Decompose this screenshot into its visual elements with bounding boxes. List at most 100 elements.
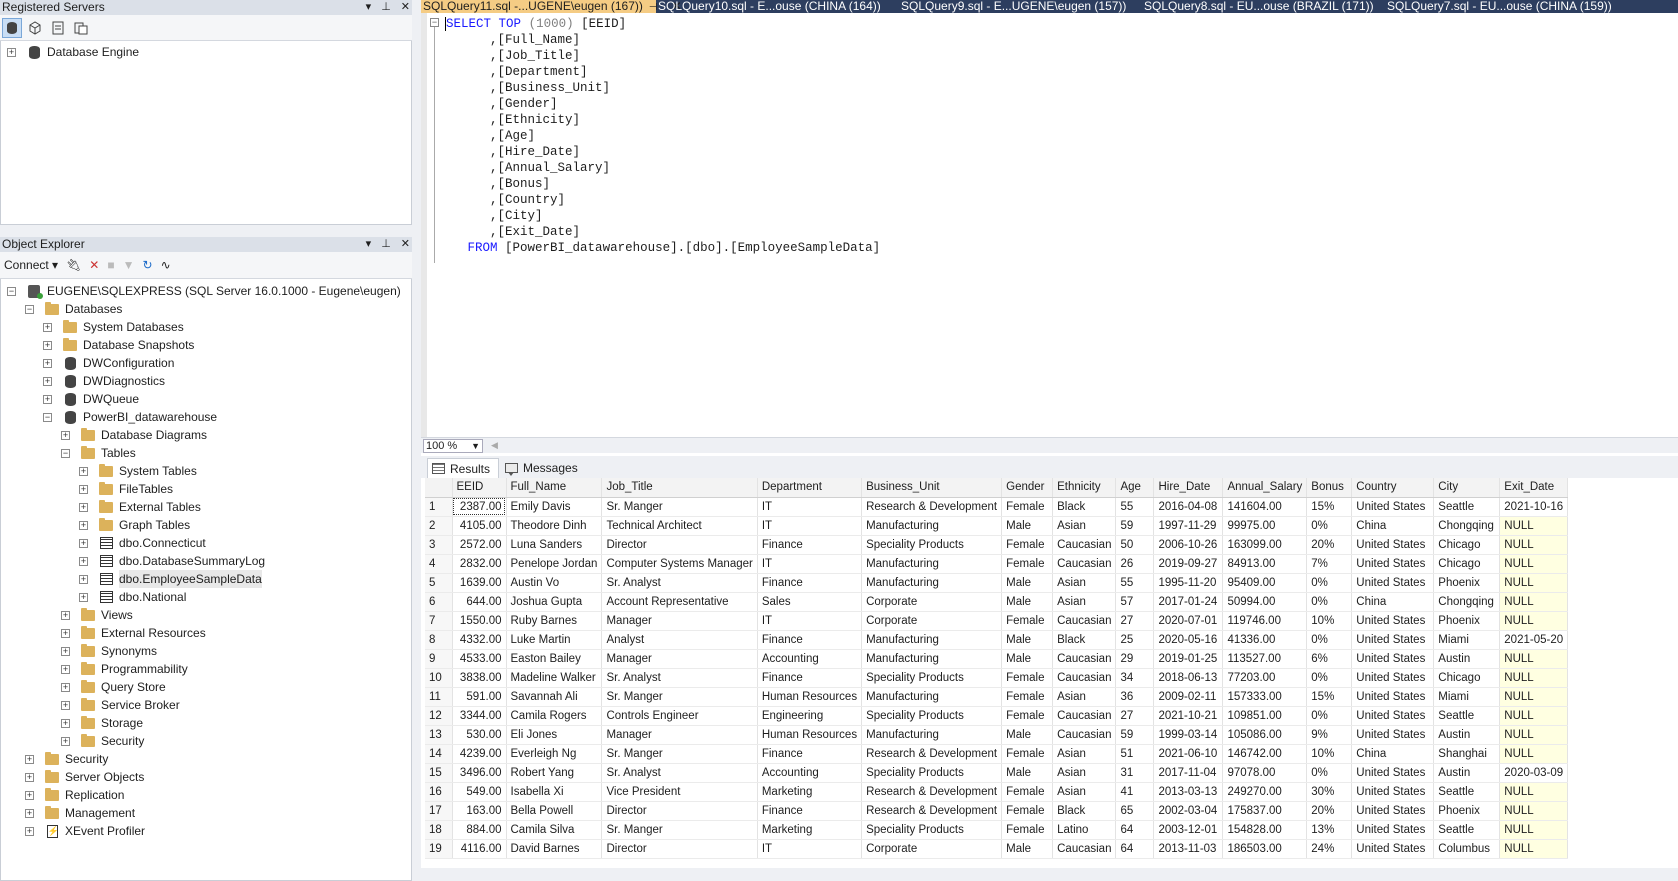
cell-bonus[interactable]: 0% (1306, 763, 1353, 783)
tab-sqlquery8-sql-eu-ouse-br[interactable]: SQLQuery8.sql - EU...ouse (BRAZIL (171)) (1142, 0, 1385, 13)
query-editor[interactable]: − SELECT TOP (1000) [EEID] ,[Full_Name] … (421, 13, 1678, 437)
cell-annual-salary[interactable]: 119746.00 (1222, 611, 1308, 631)
expand-icon[interactable]: + (61, 430, 70, 440)
cell-exit-date[interactable]: NULL (1499, 782, 1569, 802)
cell-business-unit[interactable]: Manufacturing (861, 573, 1003, 593)
cell-gender[interactable]: Female (1001, 782, 1054, 802)
cell-job-title[interactable]: Manager (601, 725, 758, 745)
cell-full-name[interactable]: Luna Sanders (506, 535, 603, 555)
cell-eeid[interactable]: 884.00 (452, 820, 507, 840)
connect-button[interactable]: Connect ▾ (4, 258, 58, 272)
cell-city[interactable]: Chongqing (1433, 592, 1501, 612)
cell-country[interactable]: United States (1351, 611, 1435, 631)
cell-city[interactable]: Miami (1433, 687, 1501, 707)
cell-country[interactable]: United States (1351, 687, 1435, 707)
refresh-icon[interactable]: ↻ (143, 258, 153, 272)
cell-country[interactable]: United States (1351, 706, 1435, 726)
cell-bonus[interactable]: 15% (1306, 497, 1353, 517)
cell-age[interactable]: 59 (1115, 516, 1155, 536)
table-row[interactable]: 17 163.00 Bella Powell Director Finance Resea… (425, 801, 1569, 821)
cell-exit-date[interactable]: NULL (1499, 516, 1569, 536)
column-header-bonus[interactable]: Bonus (1306, 478, 1353, 498)
cell-department[interactable]: Finance (757, 535, 863, 555)
cell-department[interactable]: Finance (757, 801, 863, 821)
cell-department[interactable]: Finance (757, 744, 863, 764)
table-row[interactable]: 18 884.00 Camila Silva Sr. Manger Marketing S… (425, 820, 1569, 840)
close-icon[interactable]: ✕ (401, 0, 410, 15)
cell-job-title[interactable]: Sr. Manger (601, 820, 758, 840)
cell-annual-salary[interactable]: 105086.00 (1222, 725, 1308, 745)
cell-ethnicity[interactable]: Caucasian (1052, 649, 1117, 669)
cell-business-unit[interactable]: Manufacturing (861, 725, 1003, 745)
tree-node-service-broker[interactable]: + Service Broker (1, 696, 411, 714)
cell-city[interactable]: Phoenix (1433, 611, 1501, 631)
cell-ethnicity[interactable]: Caucasian (1052, 535, 1117, 555)
cell-gender[interactable]: Female (1001, 687, 1054, 707)
cell-department[interactable]: Finance (757, 630, 863, 650)
table-row[interactable]: 4 2832.00 Penelope Jordan Computer Systems … (425, 554, 1569, 574)
cell-bonus[interactable]: 24% (1306, 839, 1353, 859)
cell-age[interactable]: 64 (1115, 839, 1155, 859)
cell-annual-salary[interactable]: 84913.00 (1222, 554, 1308, 574)
cell-business-unit[interactable]: Research & Development (861, 744, 1003, 764)
cell-gender[interactable]: Male (1001, 516, 1054, 536)
cell-eeid[interactable]: 3496.00 (452, 763, 507, 783)
cell-department[interactable]: IT (757, 516, 863, 536)
cell-job-title[interactable]: Computer Systems Manager (601, 554, 758, 574)
cell-country[interactable]: United States (1351, 668, 1435, 688)
expand-icon[interactable]: + (79, 556, 88, 566)
cell-eeid[interactable]: 644.00 (452, 592, 507, 612)
cell-hire-date[interactable]: 2003-12-01 (1153, 820, 1224, 840)
cell-exit-date[interactable]: NULL (1499, 687, 1569, 707)
close-icon[interactable]: ✕ (401, 237, 410, 252)
cell-job-title[interactable]: Vice President (601, 782, 758, 802)
cell-bonus[interactable]: 0% (1306, 516, 1353, 536)
cell-bonus[interactable]: 20% (1306, 801, 1353, 821)
column-header-city[interactable]: City (1433, 478, 1501, 498)
expand-icon[interactable]: + (61, 610, 70, 620)
cell-hire-date[interactable]: 2016-04-08 (1153, 497, 1224, 517)
cell-business-unit[interactable]: Corporate (861, 839, 1003, 859)
cell-exit-date[interactable]: NULL (1499, 535, 1569, 555)
cell-country[interactable]: United States (1351, 763, 1435, 783)
pane-splitter[interactable] (412, 0, 421, 868)
cell-full-name[interactable]: Luke Martin (506, 630, 603, 650)
cell-ethnicity[interactable]: Black (1052, 497, 1117, 517)
tree-node-management[interactable]: + Management (1, 804, 411, 822)
expand-icon[interactable]: + (25, 790, 34, 800)
tree-node-system-tables[interactable]: + System Tables (1, 462, 411, 480)
tree-node-views[interactable]: + Views (1, 606, 411, 624)
cell-ethnicity[interactable]: Asian (1052, 782, 1117, 802)
cell-job-title[interactable]: Sr. Analyst (601, 763, 758, 783)
cell-country[interactable]: United States (1351, 535, 1435, 555)
cell-gender[interactable]: Male (1001, 839, 1054, 859)
cell-hire-date[interactable]: 2020-05-16 (1153, 630, 1224, 650)
cell-city[interactable]: Chicago (1433, 668, 1501, 688)
expand-icon[interactable]: + (61, 718, 70, 728)
cell-business-unit[interactable]: Manufacturing (861, 554, 1003, 574)
cell-full-name[interactable]: Emily Davis (506, 497, 603, 517)
expand-icon[interactable]: + (25, 808, 34, 818)
table-row[interactable]: 8 4332.00 Luke Martin Analyst Finance Manufac… (425, 630, 1569, 650)
cell-exit-date[interactable]: 2020-03-09 (1499, 763, 1569, 783)
cell-gender[interactable]: Male (1001, 573, 1054, 593)
column-header-job-title[interactable]: Job_Title (601, 478, 758, 498)
cell-eeid[interactable]: 4332.00 (452, 630, 507, 650)
cell-department[interactable]: Accounting (757, 763, 863, 783)
cell-country[interactable]: United States (1351, 839, 1435, 859)
cell-country[interactable]: United States (1351, 554, 1435, 574)
cell-hire-date[interactable]: 2013-03-13 (1153, 782, 1224, 802)
cell-annual-salary[interactable]: 109851.00 (1222, 706, 1308, 726)
tree-node-database-snapshots[interactable]: + Database Snapshots (1, 336, 411, 354)
cell-eeid[interactable]: 4239.00 (452, 744, 507, 764)
cell-age[interactable]: 65 (1115, 801, 1155, 821)
cell-full-name[interactable]: Isabella Xi (506, 782, 603, 802)
cell-gender[interactable]: Female (1001, 801, 1054, 821)
cell-business-unit[interactable]: Research & Development (861, 782, 1003, 802)
cell-job-title[interactable]: Director (601, 535, 758, 555)
cell-city[interactable]: Austin (1433, 649, 1501, 669)
cell-department[interactable]: Accounting (757, 649, 863, 669)
cell-annual-salary[interactable]: 99975.00 (1222, 516, 1308, 536)
cell-bonus[interactable]: 0% (1306, 592, 1353, 612)
cell-job-title[interactable]: Sr. Manger (601, 744, 758, 764)
